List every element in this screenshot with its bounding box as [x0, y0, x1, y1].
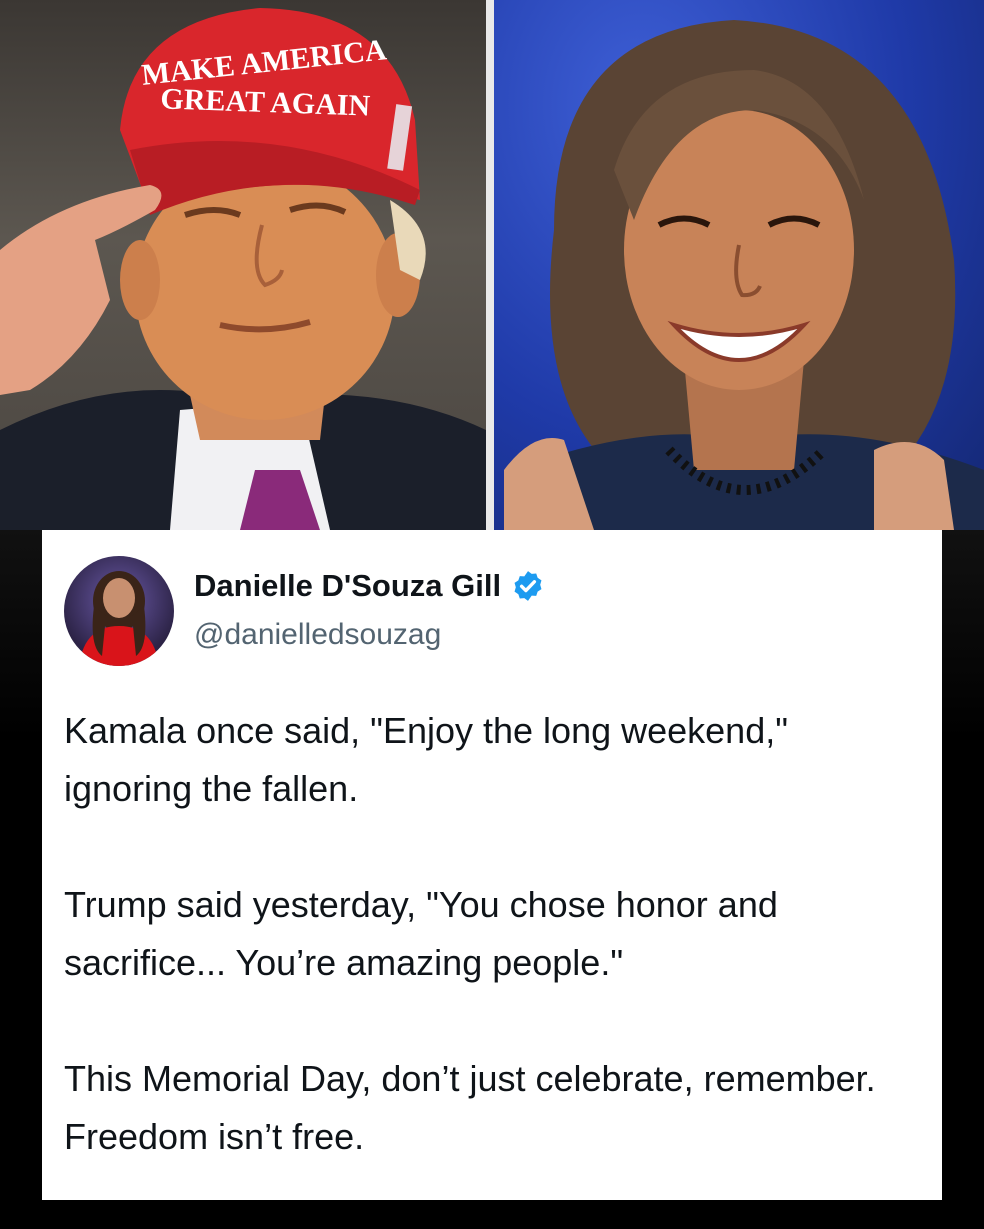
tweet-card[interactable]: Danielle D'Souza Gill @danielledsouzag K… [42, 530, 942, 1200]
display-name[interactable]: Danielle D'Souza Gill [194, 568, 545, 604]
smiling-woman-illustration [504, 20, 984, 530]
photo-divider [486, 0, 494, 530]
right-photo [494, 0, 984, 530]
tweet-paragraph-1: Kamala once said, "Enjoy the long weeken… [64, 710, 789, 809]
tweet-paragraph-2: Trump said yesterday, "You chose honor a… [64, 884, 778, 983]
saluting-man-illustration: MAKE AMERICA GREAT AGAIN [0, 8, 486, 530]
left-photo: MAKE AMERICA GREAT AGAIN [0, 0, 486, 530]
profile-avatar[interactable] [64, 556, 174, 666]
verified-badge-icon [511, 569, 545, 603]
user-handle[interactable]: @danielledsouzag [194, 618, 441, 652]
display-name-text[interactable]: Danielle D'Souza Gill [194, 568, 501, 604]
tweet-paragraph-3: This Memorial Day, don’t just celebrate,… [64, 1058, 876, 1157]
avatar-illustration [79, 571, 159, 666]
tweet-text: Kamala once said, "Enjoy the long weeken… [64, 702, 924, 1166]
